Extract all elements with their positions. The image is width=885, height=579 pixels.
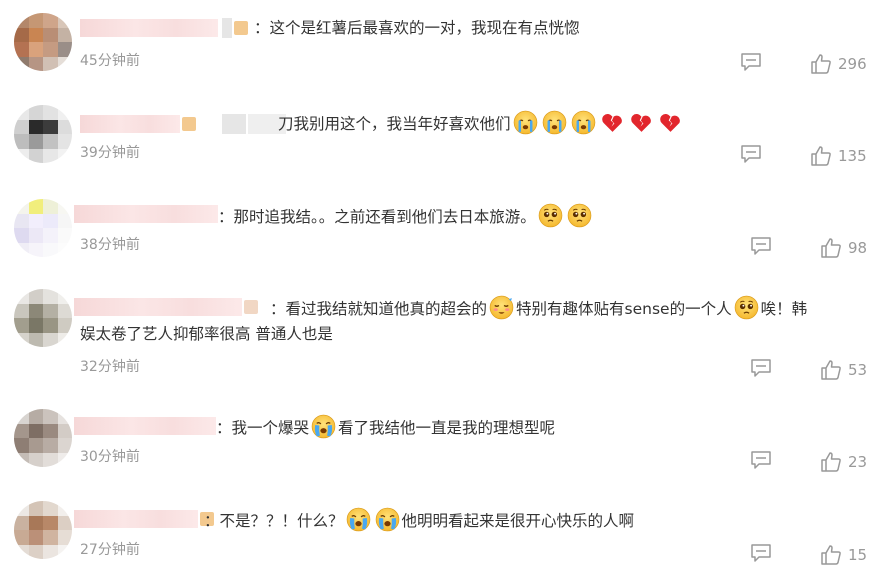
avatar[interactable] — [14, 105, 72, 163]
like-count: 135 — [838, 147, 867, 165]
comment-time: 39分钟前 — [80, 145, 140, 161]
thumbs-up-icon — [820, 544, 842, 566]
reply-button[interactable] — [750, 450, 772, 470]
avatar[interactable] — [14, 501, 72, 559]
avatar[interactable] — [14, 13, 72, 71]
reply-button[interactable] — [750, 543, 772, 563]
comment-text-main: 刀我别用这个，我当年好喜欢他们 — [278, 115, 511, 133]
like-button[interactable]: 23 — [820, 451, 867, 473]
comment-text: ：看过我结就知道他真的超会的 特别有趣体贴有sense的一个人 唉！韩 — [270, 295, 807, 320]
comment-text-part: 唉！韩 — [760, 300, 808, 318]
comment-text: ：不是？？！什么？ 他明明看起来是很开心快乐的人啊 — [204, 507, 634, 532]
crying-emoji — [542, 110, 567, 135]
comment-item: ：这个是红薯后最喜欢的一对，我现在有点恍惚 45分钟前 296 — [0, 0, 885, 92]
comment-item: ：那时追我结。。之前还看到他们去日本旅游。 38分钟前 98 — [0, 184, 885, 277]
avatar[interactable] — [14, 289, 72, 347]
like-button[interactable]: 53 — [820, 359, 867, 381]
crying-emoji — [513, 110, 538, 135]
comment-text-part: 他明明看起来是很开心快乐的人啊 — [401, 512, 635, 530]
comment-text-main: ：那时追我结。。之前还看到他们去日本旅游。 — [218, 208, 536, 226]
like-button[interactable]: 135 — [810, 145, 867, 167]
like-button[interactable]: 296 — [810, 53, 867, 75]
comment-text-line2: 娱太卷了艺人抑郁率很高 普通人也是 — [80, 325, 333, 343]
reply-button[interactable] — [750, 358, 772, 378]
comment-time: 38分钟前 — [80, 237, 140, 253]
comment-text-part: ：看过我结就知道他真的超会的 — [270, 300, 488, 318]
comment-item: ：看过我结就知道他真的超会的 特别有趣体贴有sense的一个人 唉！韩 娱太卷了艺人… — [0, 277, 885, 395]
loudly-crying-emoji — [346, 507, 371, 532]
comment-bubble-icon — [740, 52, 762, 72]
reply-button[interactable] — [740, 52, 762, 72]
username-redacted[interactable] — [74, 415, 216, 437]
fan-badge-icon — [182, 117, 196, 131]
pleading-emoji — [734, 295, 759, 320]
comment-bubble-icon — [750, 236, 772, 256]
like-button[interactable]: 98 — [820, 237, 867, 259]
fan-badge-icon — [234, 21, 248, 35]
username-redacted[interactable] — [74, 203, 218, 225]
broken-heart-emoji — [600, 110, 625, 135]
like-count: 98 — [848, 239, 868, 257]
thumbs-up-icon — [810, 53, 832, 75]
comment-item: ：我一个爆哭 看了我结他一直是我的理想型呢 30分钟前 23 — [0, 395, 885, 487]
comment-text: ：这个是红薯后最喜欢的一对，我现在有点恍惚 — [254, 19, 580, 37]
avatar[interactable] — [14, 409, 72, 467]
comment-text-part: 看了我结他一直是我的理想型呢 — [338, 419, 556, 437]
username-redacted[interactable] — [80, 17, 248, 39]
pleading-emoji — [538, 203, 563, 228]
comment-text-part: ：不是？？！什么？ — [204, 512, 344, 530]
username-redacted[interactable] — [74, 508, 214, 530]
comment-bubble-icon — [750, 358, 772, 378]
reply-button[interactable] — [740, 144, 762, 164]
thumbs-up-icon — [820, 359, 842, 381]
comment-time: 30分钟前 — [80, 449, 140, 465]
like-count: 53 — [848, 361, 868, 379]
comment-item: 刀我别用这个，我当年好喜欢他们 39分钟前 135 — [0, 92, 885, 184]
thumbs-up-icon — [810, 145, 832, 167]
like-count: 15 — [848, 546, 868, 564]
like-button[interactable]: 15 — [820, 544, 867, 566]
comment-text: ：我一个爆哭 看了我结他一直是我的理想型呢 — [216, 414, 555, 439]
reply-button[interactable] — [750, 236, 772, 256]
like-count: 296 — [838, 55, 867, 73]
comment-item: ：不是？？！什么？ 他明明看起来是很开心快乐的人啊 27分钟前 15 — [0, 487, 885, 579]
fan-badge-icon — [244, 300, 258, 314]
like-count: 23 — [848, 453, 868, 471]
loudly-crying-emoji — [375, 507, 400, 532]
comment-text: ：那时追我结。。之前还看到他们去日本旅游。 — [218, 203, 594, 228]
avatar[interactable] — [14, 199, 72, 257]
comment-text: 刀我别用这个，我当年好喜欢他们 — [278, 110, 685, 135]
broken-heart-emoji — [658, 110, 683, 135]
comment-text-part: 特别有趣体贴有sense的一个人 — [516, 300, 732, 318]
username-redacted[interactable] — [80, 113, 286, 135]
thumbs-up-icon — [820, 237, 842, 259]
thumbs-up-icon — [820, 451, 842, 473]
pleading-emoji — [567, 203, 592, 228]
comment-text-part: ：我一个爆哭 — [216, 419, 310, 437]
comment-bubble-icon — [740, 144, 762, 164]
comment-bubble-icon — [750, 450, 772, 470]
comment-time: 45分钟前 — [80, 53, 140, 69]
comment-time: 32分钟前 — [80, 359, 140, 375]
username-redacted[interactable] — [74, 296, 258, 318]
blushing-emoji — [489, 295, 514, 320]
comment-time: 27分钟前 — [80, 542, 140, 558]
crying-emoji — [571, 110, 596, 135]
comment-bubble-icon — [750, 543, 772, 563]
broken-heart-emoji — [629, 110, 654, 135]
loudly-crying-emoji — [311, 414, 336, 439]
